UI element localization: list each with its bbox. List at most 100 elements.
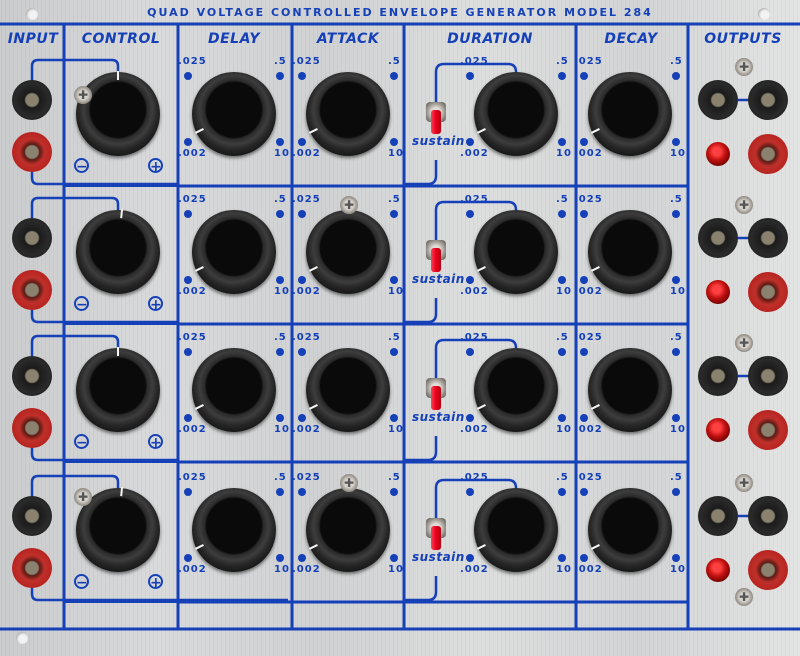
scale-label-top-left: .025 (292, 332, 321, 343)
scale-label-bottom-right: 10 (556, 148, 572, 159)
output-jack-red[interactable] (748, 134, 788, 174)
knob-pointer (476, 266, 486, 272)
scale-label-bottom-right: 10 (556, 564, 572, 575)
sustain-return-line (404, 576, 438, 602)
scale-dot (390, 488, 398, 496)
scale-dot (672, 414, 680, 422)
scale-dot (276, 276, 284, 284)
scale-label-bottom-left: .002 (292, 148, 321, 159)
duration-knob[interactable] (474, 348, 558, 432)
plus-icon: + (148, 296, 163, 313)
output-jack-black[interactable] (698, 218, 738, 258)
screw-icon: ✚ (735, 196, 753, 214)
scale-dot (390, 554, 398, 562)
scale-label-top-left: .025 (460, 56, 489, 67)
sustain-label: sustain (412, 550, 465, 564)
input-jack-red[interactable] (12, 132, 52, 172)
attack-knob[interactable] (306, 72, 390, 156)
indicator-lamp (706, 280, 730, 304)
knob-pointer (308, 404, 318, 410)
output-jack-red[interactable] (748, 550, 788, 590)
output-jack-black[interactable] (748, 356, 788, 396)
scale-label-bottom-right: 10 (274, 564, 290, 575)
decay-knob[interactable] (588, 348, 672, 432)
scale-label-bottom-right: 10 (388, 564, 404, 575)
sustain-label: sustain (412, 272, 465, 286)
scale-label-top-right: .5 (388, 472, 401, 483)
knob-pointer (117, 71, 119, 80)
attack-knob[interactable] (306, 210, 390, 294)
sustain-label: sustain (412, 134, 465, 148)
sustain-toggle-switch[interactable] (426, 96, 446, 136)
header-input: INPUT (7, 31, 59, 47)
decay-knob[interactable] (588, 72, 672, 156)
scale-dot (184, 488, 192, 496)
scale-label-top-left: .025 (460, 472, 489, 483)
scale-dot (298, 414, 306, 422)
control-knob[interactable] (76, 347, 160, 432)
scale-dot (466, 276, 474, 284)
control-knob[interactable] (76, 209, 160, 294)
delay-knob[interactable] (192, 210, 276, 294)
decay-knob[interactable] (588, 488, 672, 572)
output-jack-black[interactable] (748, 496, 788, 536)
input-jack-red[interactable] (12, 408, 52, 448)
screw-icon: ✚ (735, 588, 753, 606)
knob-pointer (590, 128, 600, 134)
scale-label-bottom-left: .002 (460, 148, 489, 159)
scale-label-bottom-left: .002 (460, 564, 489, 575)
toggle-lever (431, 526, 441, 550)
output-jack-black[interactable] (748, 80, 788, 120)
input-jack-black[interactable] (12, 80, 52, 120)
sustain-return-line (404, 160, 438, 186)
header-attack: ATTACK (316, 31, 380, 47)
input-jack-black[interactable] (12, 218, 52, 258)
input-jack-red[interactable] (12, 548, 52, 588)
output-jack-red[interactable] (748, 272, 788, 312)
output-jack-black[interactable] (698, 80, 738, 120)
sustain-toggle-switch[interactable] (426, 512, 446, 552)
scale-dot (580, 72, 588, 80)
scale-dot (672, 276, 680, 284)
control-knob[interactable] (76, 71, 160, 156)
scale-label-top-left: .025 (292, 56, 321, 67)
screw-icon: ✚ (735, 474, 753, 492)
output-jack-black[interactable] (748, 218, 788, 258)
scale-dot (390, 276, 398, 284)
input-jack-black[interactable] (12, 496, 52, 536)
delay-knob[interactable] (192, 348, 276, 432)
scale-dot (558, 138, 566, 146)
delay-knob[interactable] (192, 488, 276, 572)
scale-label-bottom-left: .002 (178, 148, 207, 159)
scale-label-bottom-left: .002 (574, 564, 603, 575)
duration-knob[interactable] (474, 72, 558, 156)
scale-dot (298, 72, 306, 80)
output-jack-black[interactable] (698, 356, 738, 396)
scale-label-bottom-right: 10 (388, 424, 404, 435)
scale-dot (298, 210, 306, 218)
mounting-hole (26, 8, 38, 20)
attack-knob[interactable] (306, 488, 390, 572)
delay-knob[interactable] (192, 72, 276, 156)
output-jack-red[interactable] (748, 410, 788, 450)
screw-icon: ✚ (74, 86, 92, 104)
sustain-toggle-switch[interactable] (426, 372, 446, 412)
toggle-lever (431, 386, 441, 410)
duration-knob[interactable] (474, 488, 558, 572)
decay-knob[interactable] (588, 210, 672, 294)
scale-dot (580, 210, 588, 218)
attack-knob[interactable] (306, 348, 390, 432)
input-jack-black[interactable] (12, 356, 52, 396)
scale-label-bottom-right: 10 (388, 148, 404, 159)
scale-dot (184, 348, 192, 356)
knob-pointer (194, 404, 204, 410)
knob-pointer (194, 544, 204, 550)
scale-label-top-right: .5 (274, 56, 287, 67)
scale-dot (558, 276, 566, 284)
output-jack-black[interactable] (698, 496, 738, 536)
scale-dot (558, 414, 566, 422)
input-jack-red[interactable] (12, 270, 52, 310)
scale-dot (390, 348, 398, 356)
sustain-toggle-switch[interactable] (426, 234, 446, 274)
duration-knob[interactable] (474, 210, 558, 294)
